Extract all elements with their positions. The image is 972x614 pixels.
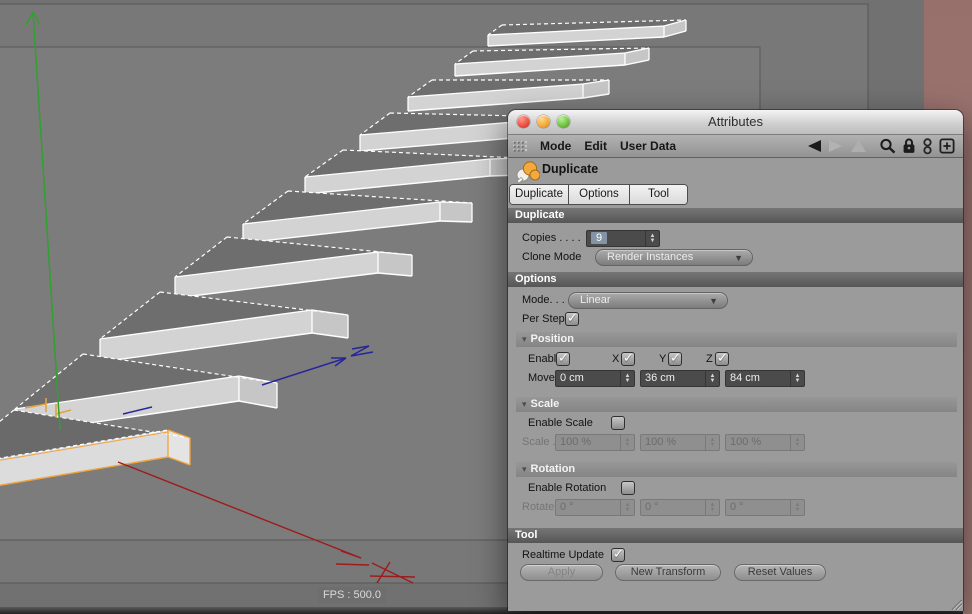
section-header-options[interactable]: Options [508,272,963,287]
reset-values-button[interactable]: Reset Values [734,564,826,581]
lock-icon[interactable] [902,138,916,154]
panel-title: Attributes [708,114,763,129]
scale-x-stepper: ▲ ▼ [620,435,634,450]
section-header-duplicate[interactable]: Duplicate [508,208,963,223]
subsection-rotation[interactable]: ▾ Rotation [516,462,957,477]
slab-side[interactable] [378,252,412,276]
tool-name: Duplicate [542,162,599,176]
y-label: Y [659,353,667,365]
fps-readout: FPS : 500.0 [318,587,386,603]
scale-z-field: 100 % ▲ ▼ [725,434,805,451]
z-checkbox[interactable]: ✓ [715,350,729,366]
move-y-stepper[interactable]: ▲ ▼ [705,371,719,386]
edge [439,220,473,223]
enable-scale-row: Enable Scale [508,414,963,433]
x-label: X [612,353,620,365]
copies-row: Copies . . . . 9 ▲ ▼ [508,229,963,248]
realtime-row: Realtime Update ✓ [508,546,963,565]
move-x-stepper[interactable]: ▲ ▼ [620,371,634,386]
panel-titlebar[interactable]: Attributes [508,110,963,135]
attributes-panel: Attributes Mode Edit User Data Duplicate… [508,110,963,611]
forward-icon[interactable] [828,139,844,153]
collapse-triangle-icon: ▾ [522,399,527,409]
panel-menubar: Mode Edit User Data [508,135,963,158]
per-step-label: Per Step [522,313,565,325]
subsection-scale[interactable]: ▾ Scale [516,397,957,412]
clone-mode-label: Clone Mode [522,251,582,263]
up-arrow-icon[interactable] [850,139,867,153]
enable-rotation-checkbox[interactable] [621,481,635,495]
scale-values-row: Scale . . . . . . 100 % ▲▼ 100 % ▲▼ 100 … [508,433,963,452]
subsection-position[interactable]: ▾ Position [516,332,957,347]
realtime-update-checkbox[interactable]: ✓ [611,546,625,562]
move-y-field[interactable]: 36 cm ▲ ▼ [640,370,720,387]
rings-icon[interactable] [922,137,933,155]
copies-value: 9 [591,232,608,244]
per-step-row: Per Step ✓ [508,310,963,329]
chevron-down-icon: ▼ [709,296,718,306]
add-panel-icon[interactable] [939,138,955,154]
enable-rotation-label: Enable Rotation [528,482,607,494]
tab-options[interactable]: Options [568,185,629,204]
menu-mode[interactable]: Mode [540,139,571,153]
tool-header: Duplicate [508,160,963,184]
scale-y-stepper: ▲ ▼ [705,435,719,450]
mode-dropdown[interactable]: Linear ▼ [568,292,728,309]
drag-grip-icon[interactable] [512,140,527,152]
x-axis-label [369,575,416,578]
enable-rotation-row: Enable Rotation [508,479,963,498]
section-header-tool[interactable]: Tool [508,528,963,543]
position-enable-row: Enable ✓ X ✓ Y ✓ Z ✓ [508,350,963,369]
collapse-triangle-icon: ▾ [522,464,527,474]
menu-user-data[interactable]: User Data [620,139,676,153]
apply-button[interactable]: Apply [520,564,603,581]
rotate-b-field: 0 ° ▲ ▼ [725,499,805,516]
rotate-p-field: 0 ° ▲ ▼ [640,499,720,516]
duplicate-tool-icon [516,161,540,184]
y-checkbox[interactable]: ✓ [668,350,682,366]
resize-grip[interactable] [949,597,962,610]
panel-body: Duplicate Duplicate Options Tool Duplica… [508,158,963,611]
copies-stepper[interactable]: ▲ ▼ [645,231,659,246]
rotate-b-stepper: ▲ ▼ [790,500,804,515]
clone-mode-row: Clone Mode Render Instances ▼ [508,248,963,267]
enable-scale-label: Enable Scale [528,417,593,429]
rotate-values-row: Rotate . . . . . . . . 0 ° ▲▼ 0 ° ▲▼ 0 °… [508,498,963,517]
scale-z-stepper: ▲ ▼ [790,435,804,450]
enable-scale-checkbox[interactable] [611,416,625,430]
per-step-checkbox[interactable]: ✓ [565,310,579,326]
tab-tool[interactable]: Tool [629,185,687,204]
copies-label: Copies . . . . [522,232,581,244]
move-z-stepper[interactable]: ▲ ▼ [790,371,804,386]
tab-bar: Duplicate Options Tool [509,184,688,205]
rotate-h-field: 0 ° ▲ ▼ [555,499,635,516]
move-z-field[interactable]: 84 cm ▲ ▼ [725,370,805,387]
mode-label: Mode. . . [522,294,565,306]
search-icon[interactable] [879,138,896,154]
move-label: Move [528,372,555,384]
mode-row: Mode. . . Linear ▼ [508,291,963,310]
realtime-update-label: Realtime Update [522,549,604,561]
tab-duplicate[interactable]: Duplicate [510,185,568,204]
x-axis-arrow [335,563,370,566]
buttons-row: Apply New Transform Reset Values [508,564,963,583]
rotate-h-stepper: ▲ ▼ [620,500,634,515]
move-x-field[interactable]: 0 cm ▲ ▼ [555,370,635,387]
chevron-down-icon: ▼ [734,253,743,263]
back-icon[interactable] [806,139,822,153]
collapse-triangle-icon: ▾ [522,334,527,344]
enable-checkbox[interactable]: ✓ [556,350,570,366]
menu-edit[interactable]: Edit [584,139,607,153]
x-checkbox[interactable]: ✓ [621,350,635,366]
copies-field[interactable]: 9 ▲ ▼ [586,230,660,247]
scale-y-field: 100 % ▲ ▼ [640,434,720,451]
slab-side[interactable] [440,202,472,222]
clone-mode-dropdown[interactable]: Render Instances ▼ [595,249,753,266]
rotate-p-stepper: ▲ ▼ [705,500,719,515]
new-transform-button[interactable]: New Transform [615,564,721,581]
application-window: { "window": { "title": "Attributes" }, "… [0,0,972,614]
scale-x-field: 100 % ▲ ▼ [555,434,635,451]
z-label: Z [706,353,713,365]
move-row: Move 0 cm ▲ ▼ 36 cm ▲ ▼ 84 cm ▲ ▼ [508,369,963,388]
